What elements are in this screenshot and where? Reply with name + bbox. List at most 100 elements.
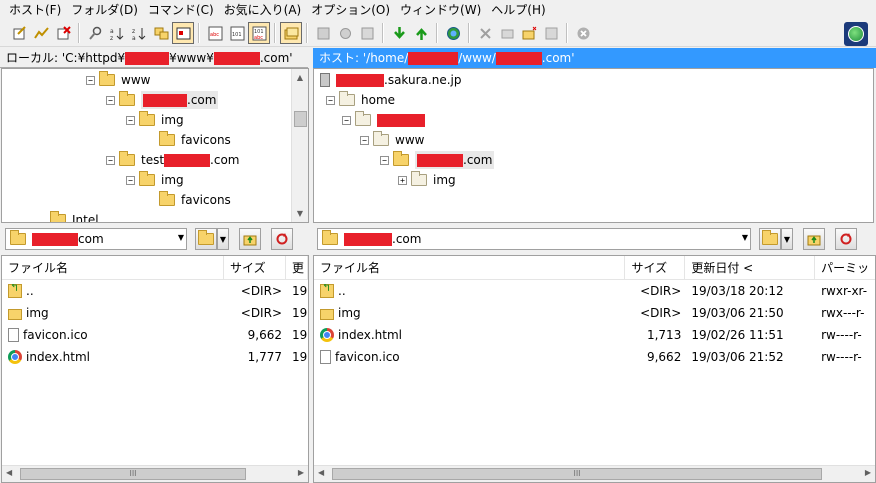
local-path-prefix: ローカル: 'C:¥httpd¥ (6, 51, 126, 65)
tree-node-home[interactable]: − home (326, 91, 395, 109)
collapse-icon[interactable]: − (380, 155, 389, 165)
sync-icon[interactable] (150, 22, 172, 44)
connection-status-icon[interactable] (844, 22, 868, 46)
table-row[interactable]: index.html 1,713 19/02/26 11:51 rw----r- (314, 324, 875, 346)
column-name[interactable]: ファイル名 (2, 256, 224, 280)
table-row[interactable]: favicon.ico 9,662 19/03/06 21:52 rw----r… (314, 346, 875, 368)
remote-file-list: ファイル名 サイズ 更新日付 < パーミッ .. <DIR> 19/03/18 … (313, 255, 876, 483)
collapse-icon[interactable]: − (106, 155, 115, 165)
menu-window[interactable]: ウィンドウ(W) (395, 0, 486, 20)
remote-path-combo[interactable]: .com ▼ (317, 228, 751, 250)
tree-node-site[interactable]: − .com (106, 91, 219, 109)
connect-icon[interactable] (8, 22, 30, 44)
local-list-hscrollbar[interactable]: ◀ III ▶ (2, 465, 308, 482)
mkdir-icon[interactable] (518, 22, 540, 44)
scroll-right-icon[interactable]: ▶ (865, 468, 871, 477)
tree-node-favicons[interactable]: favicons (159, 191, 231, 209)
table-row[interactable]: img <DIR> 19/03/06 21:50 rwx---r- (314, 302, 875, 324)
chmod-icon[interactable] (540, 22, 562, 44)
column-date[interactable]: 更新日付 < (685, 256, 816, 280)
sort-ext-icon[interactable]: za (128, 22, 150, 44)
chevron-down-icon[interactable]: ▼ (178, 233, 184, 242)
menu-help[interactable]: ヘルプ(H) (486, 0, 550, 20)
table-row[interactable]: favicon.ico 9,662 19 (2, 324, 308, 346)
filter-icon[interactable] (356, 22, 378, 44)
menu-options[interactable]: オプション(O) (306, 0, 395, 20)
collapse-icon[interactable]: − (86, 75, 95, 85)
tree-node-img[interactable]: + img (398, 171, 456, 189)
column-date[interactable]: 更 (286, 256, 308, 280)
tree-node-test-site[interactable]: − test .com (106, 151, 240, 169)
scroll-down-icon[interactable]: ▼ (292, 205, 308, 222)
quick-connect-icon[interactable] (30, 22, 52, 44)
column-size[interactable]: サイズ (224, 256, 286, 280)
expand-icon[interactable]: + (398, 175, 407, 185)
tree-node-www[interactable]: − www (86, 71, 150, 89)
parent-folder-button[interactable] (239, 228, 261, 250)
menu-host[interactable]: ホスト(F) (4, 0, 66, 20)
search-icon[interactable] (84, 22, 106, 44)
scroll-left-icon[interactable]: ◀ (6, 468, 12, 477)
table-row[interactable]: index.html 1,777 19 (2, 346, 308, 368)
collapse-icon[interactable]: − (326, 95, 335, 105)
binary-icon[interactable]: abc (204, 22, 226, 44)
collapse-icon[interactable]: − (360, 135, 369, 145)
collapse-icon[interactable]: − (126, 175, 135, 185)
column-name[interactable]: ファイル名 (314, 256, 626, 280)
tree-node-intel[interactable]: Intel (50, 211, 99, 222)
scroll-up-icon[interactable]: ▲ (292, 69, 308, 86)
internet-icon[interactable] (442, 22, 464, 44)
toolbar-separator (78, 23, 80, 43)
tree-node-host[interactable]: .sakura.ne.jp (320, 71, 461, 89)
sort-name-icon[interactable]: az (106, 22, 128, 44)
download-icon[interactable] (388, 22, 410, 44)
scroll-left-icon[interactable]: ◀ (318, 468, 324, 477)
collapse-icon[interactable]: − (126, 115, 135, 125)
local-path-combo[interactable]: com ▼ (5, 228, 187, 250)
open-folder-button[interactable] (759, 228, 781, 250)
view-icon[interactable] (172, 22, 194, 44)
refresh-button[interactable] (835, 228, 857, 250)
folder-icon (355, 111, 371, 126)
mirror-icon[interactable] (334, 22, 356, 44)
menu-command[interactable]: コマンド(C) (143, 0, 219, 20)
table-row[interactable]: .. <DIR> 19/03/18 20:12 rwxr-xr- (314, 280, 875, 302)
remote-list-hscrollbar[interactable]: ◀ III ▶ (314, 465, 875, 482)
table-row[interactable]: img <DIR> 19 (2, 302, 308, 324)
folder-view-icon[interactable] (280, 22, 302, 44)
upload-icon[interactable] (410, 22, 432, 44)
menu-folder[interactable]: フォルダ(D) (66, 0, 143, 20)
folder-menu-button[interactable]: ▼ (781, 228, 793, 250)
local-tree-scrollbar[interactable]: ▲ ▼ (291, 69, 308, 222)
parent-folder-button[interactable] (803, 228, 825, 250)
tree-node-img[interactable]: − img (126, 111, 184, 129)
tree-node-www[interactable]: − www (360, 131, 424, 149)
auto-icon[interactable]: 101 abc (248, 22, 270, 44)
scroll-right-icon[interactable]: ▶ (298, 468, 304, 477)
stop-icon[interactable] (572, 22, 594, 44)
ascii-icon[interactable]: 101 (226, 22, 248, 44)
scrollbar-thumb[interactable]: III (332, 468, 822, 480)
menu-favorites[interactable]: お気に入り(A) (219, 0, 307, 20)
rename-icon[interactable] (496, 22, 518, 44)
collapse-icon[interactable]: − (106, 95, 115, 105)
tree-node-img[interactable]: − img (126, 171, 184, 189)
column-size[interactable]: サイズ (625, 256, 686, 280)
chevron-down-icon[interactable]: ▼ (742, 233, 748, 242)
refresh-button[interactable] (271, 228, 293, 250)
local-folder-tree: − www − .com − img favicons − test .com − img … (1, 68, 309, 223)
collapse-icon[interactable]: − (342, 115, 351, 125)
file-permission: rwxr-xr- (821, 284, 868, 298)
table-row[interactable]: .. <DIR> 19 (2, 280, 308, 302)
delete-icon[interactable] (474, 22, 496, 44)
column-permission[interactable]: パーミッ (815, 256, 875, 280)
open-folder-button[interactable] (195, 228, 217, 250)
tree-node-user[interactable]: − (342, 111, 425, 129)
disconnect-icon[interactable] (52, 22, 74, 44)
tree-node-favicons[interactable]: favicons (159, 131, 231, 149)
tree-node-site[interactable]: − .com (380, 151, 495, 169)
scrollbar-thumb[interactable]: III (20, 468, 246, 480)
folder-menu-button[interactable]: ▼ (217, 228, 229, 250)
scrollbar-thumb[interactable] (294, 111, 307, 127)
upload-queue-icon[interactable] (312, 22, 334, 44)
